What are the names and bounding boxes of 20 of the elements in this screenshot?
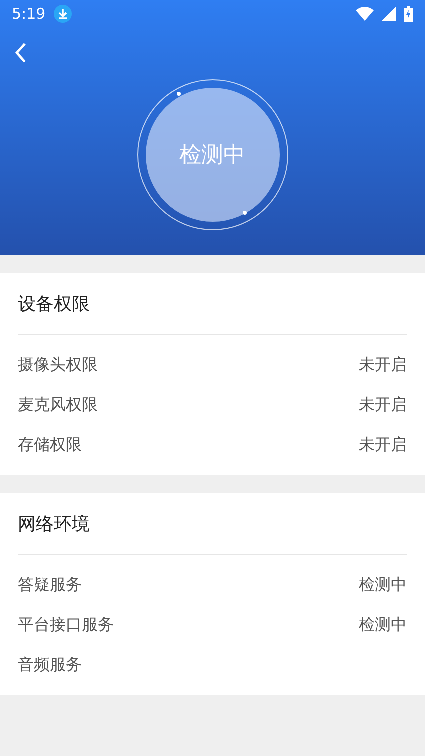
battery-icon <box>404 6 413 22</box>
item-label: 摄像头权限 <box>18 354 98 376</box>
item-status: 检测中 <box>359 614 407 636</box>
back-icon[interactable] <box>14 42 28 64</box>
signal-icon <box>382 7 396 21</box>
section-title: 设备权限 <box>18 273 407 335</box>
item-label: 平台接口服务 <box>18 614 114 636</box>
item-status: 未开启 <box>359 434 407 456</box>
clock-time: 5:19 <box>12 5 46 23</box>
item-status: 检测中 <box>359 574 407 596</box>
status-text: 检测中 <box>180 142 246 170</box>
item-label: 存储权限 <box>18 434 82 456</box>
item-label: 麦克风权限 <box>18 394 98 416</box>
item-status: 未开启 <box>359 394 407 416</box>
item-label: 答疑服务 <box>18 574 82 596</box>
item-status: 未开启 <box>359 354 407 376</box>
wifi-icon <box>356 7 374 21</box>
download-icon <box>54 5 72 23</box>
section-title: 网络环境 <box>18 493 407 555</box>
item-label: 音频服务 <box>18 654 82 676</box>
